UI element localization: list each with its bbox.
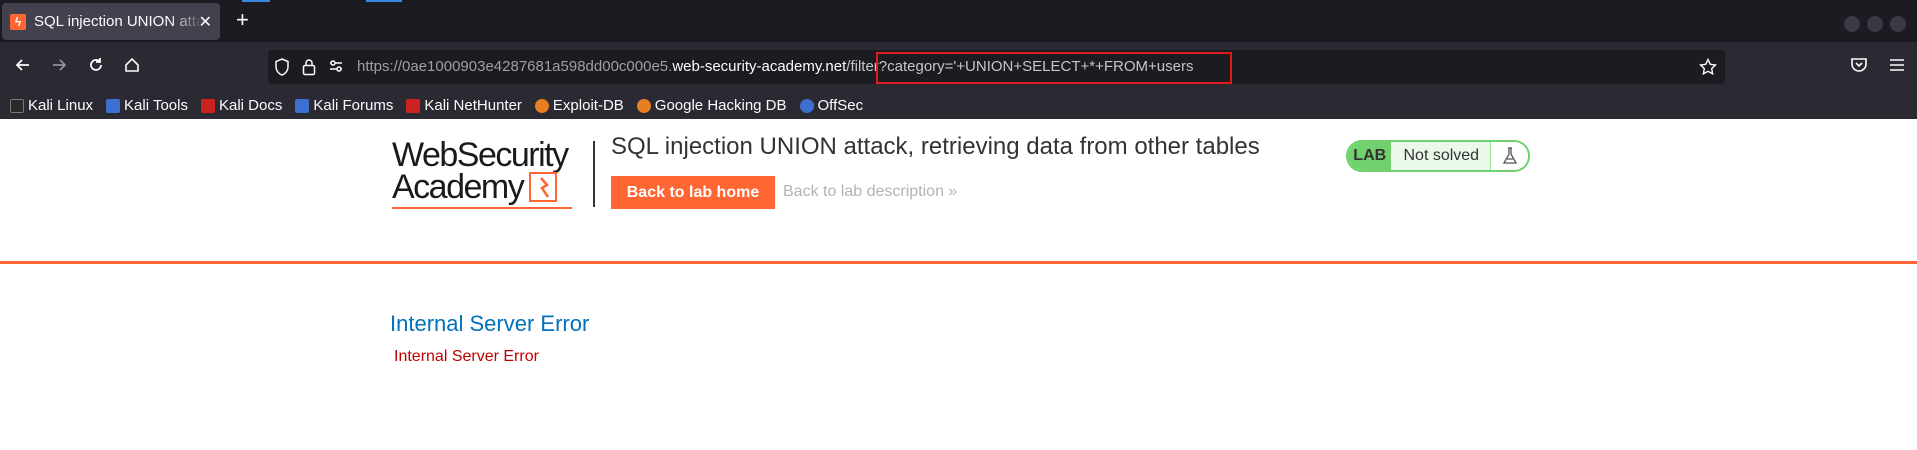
window-maximize-button[interactable] xyxy=(1867,16,1883,32)
bookmark-google-hacking-db[interactable]: Google Hacking DB xyxy=(636,97,787,114)
kali-linux-icon xyxy=(10,98,24,113)
bookmark-kali-nethunter[interactable]: Kali NetHunter xyxy=(406,97,522,114)
bookmark-label: Kali Tools xyxy=(124,97,188,114)
bookmark-kali-forums[interactable]: Kali Forums xyxy=(295,97,393,114)
logo-underline xyxy=(392,207,572,209)
tab-strip: ϟ SQL injection UNION attack, retrieving… xyxy=(0,0,1917,42)
bookmark-label: Exploit-DB xyxy=(552,97,624,114)
lab-title: SQL injection UNION attack, retrieving d… xyxy=(611,133,1260,160)
logo-bolt-icon xyxy=(529,172,558,202)
bookmark-label: Kali Linux xyxy=(28,97,94,114)
kali-forums-icon xyxy=(295,98,310,113)
google-hacking-db-icon xyxy=(636,98,651,113)
forward-icon[interactable] xyxy=(49,56,69,76)
bookmarks-toolbar: Kali Linux Kali Tools Kali Docs Kali For… xyxy=(0,92,1917,119)
tab-active[interactable]: ϟ SQL injection UNION attack, retrieving… xyxy=(2,3,220,40)
bookmark-kali-linux[interactable]: Kali Linux xyxy=(10,97,93,114)
close-tab-icon[interactable]: ✕ xyxy=(199,12,212,32)
back-to-lab-home-button[interactable]: Back to lab home xyxy=(611,176,775,209)
lock-icon[interactable] xyxy=(302,58,316,80)
reload-icon[interactable] xyxy=(86,56,106,76)
bookmark-label: Google Hacking DB xyxy=(654,97,787,114)
error-heading: Internal Server Error xyxy=(390,311,590,336)
window-minimize-button[interactable] xyxy=(1844,16,1860,32)
web-security-academy-logo[interactable]: WebSecurity Academy xyxy=(392,136,592,209)
tab-title: SQL injection UNION attack, retrieving d… xyxy=(34,13,204,30)
shield-icon[interactable] xyxy=(274,58,290,80)
bookmark-exploit-db[interactable]: Exploit-DB xyxy=(534,97,624,114)
url-highlight-box xyxy=(876,52,1232,84)
home-icon[interactable] xyxy=(122,56,142,76)
page-content: WebSecurity Academy SQL injection UNION … xyxy=(0,119,1917,450)
url-host: web-security-academy.net xyxy=(672,58,847,75)
bookmark-label: Kali Forums xyxy=(313,97,394,114)
bookmark-kali-tools[interactable]: Kali Tools xyxy=(106,97,188,114)
kali-docs-icon xyxy=(200,98,215,113)
lab-status-badge: LAB Not solved xyxy=(1346,140,1530,172)
kali-nethunter-icon xyxy=(406,98,421,113)
pocket-icon[interactable] xyxy=(1849,56,1869,76)
logo-line-2-text: Academy xyxy=(392,168,525,206)
kali-tools-icon xyxy=(106,98,121,113)
header-rule xyxy=(0,261,1917,264)
url-prefix: https://0ae1000903e4287681a598dd00c000e5… xyxy=(357,58,673,75)
offsec-icon xyxy=(799,98,814,113)
error-message: Internal Server Error xyxy=(394,348,539,365)
bookmark-label: OffSec xyxy=(817,97,864,114)
lab-tag: LAB xyxy=(1348,142,1392,170)
bookmark-star-icon[interactable] xyxy=(1698,57,1718,80)
logo-line-2: Academy xyxy=(392,168,592,206)
lab-status: Not solved xyxy=(1403,147,1480,164)
portswigger-favicon-icon: ϟ xyxy=(10,13,26,30)
bookmark-label: Kali Docs xyxy=(218,97,283,114)
menu-icon[interactable] xyxy=(1887,56,1907,76)
bookmark-kali-docs[interactable]: Kali Docs xyxy=(200,97,283,114)
window-close-button[interactable] xyxy=(1890,16,1906,32)
back-to-lab-description-link[interactable]: Back to lab description » xyxy=(783,183,957,201)
bookmark-label: Kali NetHunter xyxy=(424,97,522,114)
tab-accent xyxy=(366,0,402,2)
header-divider xyxy=(593,141,595,207)
bookmark-offsec[interactable]: OffSec xyxy=(799,97,864,114)
back-icon[interactable] xyxy=(13,56,33,76)
permissions-icon[interactable] xyxy=(328,58,344,78)
tab-accent xyxy=(242,0,270,2)
new-tab-button[interactable]: + xyxy=(236,9,249,31)
exploit-db-icon xyxy=(534,98,549,113)
flask-icon xyxy=(1490,142,1528,170)
logo-line-1: WebSecurity xyxy=(392,136,569,174)
